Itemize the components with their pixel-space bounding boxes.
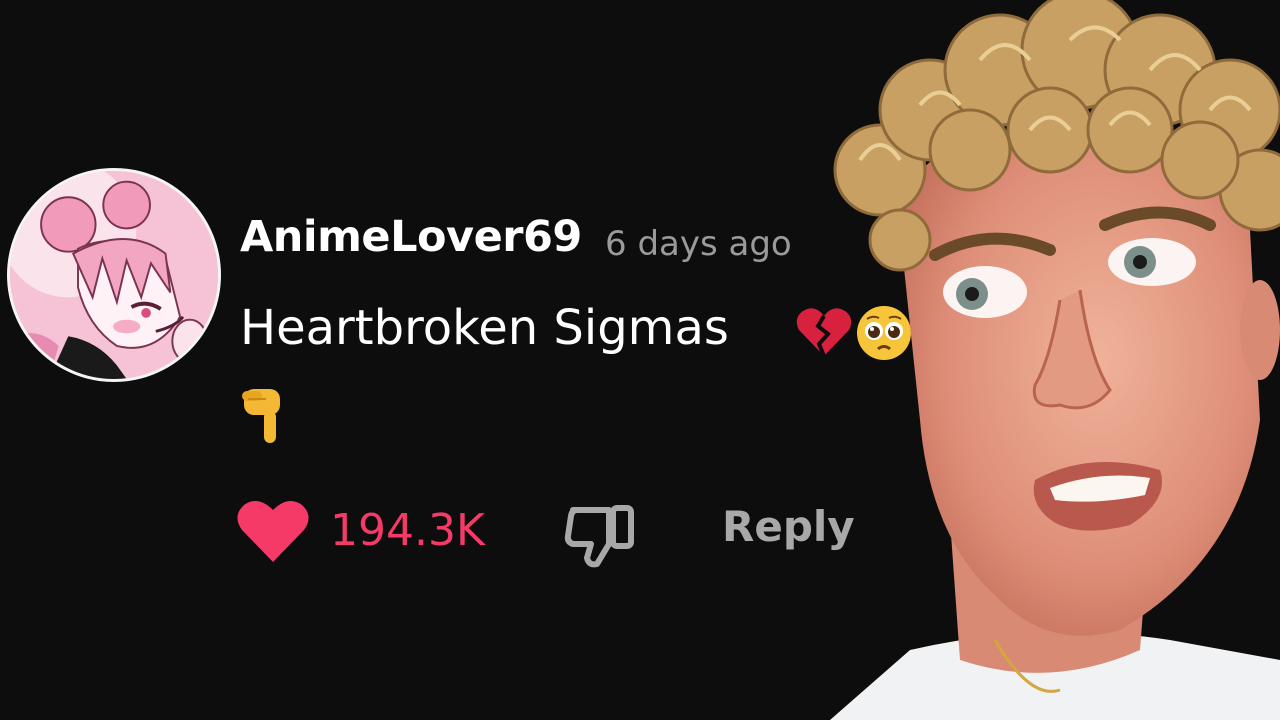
comment-text: Heartbroken Sigmas <box>240 300 729 356</box>
username[interactable]: AnimeLover69 <box>240 212 582 262</box>
anime-avatar-image <box>10 171 218 379</box>
thumbs-down-icon[interactable] <box>563 500 637 570</box>
pointing-down-icon <box>242 389 280 443</box>
heart-icon[interactable] <box>236 498 310 564</box>
like-count: 194.3K <box>330 505 485 556</box>
avatar[interactable] <box>7 168 221 382</box>
reacting-person-photo <box>830 0 1280 720</box>
timestamp: 6 days ago <box>605 224 792 264</box>
